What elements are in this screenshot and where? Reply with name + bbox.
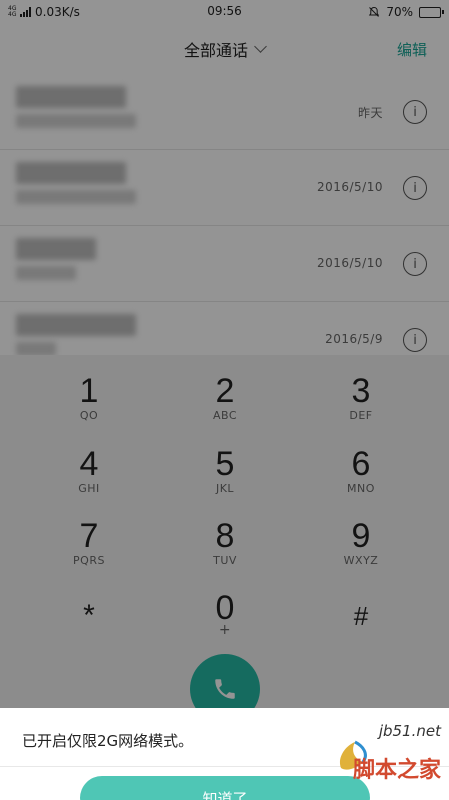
notice-message: 已开启仅限2G网络模式。 — [22, 732, 194, 750]
modal-overlay[interactable] — [0, 0, 449, 800]
watermark: jb51.net 脚本之家 — [333, 722, 443, 796]
got-it-button[interactable]: 知道了 — [80, 776, 370, 800]
watermark-domain: jb51.net — [378, 722, 441, 740]
watermark-text: 脚本之家 — [352, 758, 441, 783]
